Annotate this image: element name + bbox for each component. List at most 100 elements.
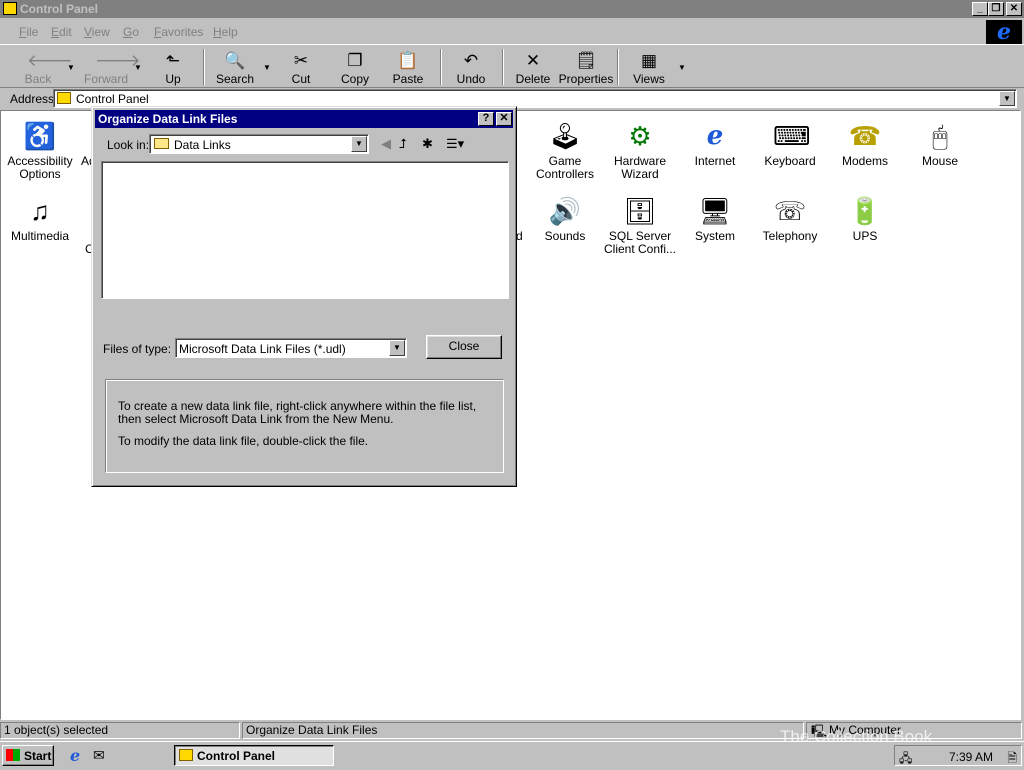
mouse-icon: 🖱 [932, 121, 948, 151]
files-of-type-combo[interactable]: Microsoft Data Link Files (*.udl) ▼ [175, 338, 407, 358]
look-in-combo[interactable]: Data Links ▼ [149, 134, 369, 154]
copy-button[interactable]: ❐ Copy [327, 47, 383, 87]
dialog-title-bar[interactable]: Organize Data Link Files ? ✕ [95, 110, 513, 128]
close-window-button[interactable]: ✕ [1006, 2, 1022, 16]
window-title: Control Panel [20, 2, 99, 16]
search-button[interactable]: 🔍 Search [207, 47, 263, 87]
search-icon: 🔍 [224, 51, 246, 70]
status-selection: 1 object(s) selected [0, 722, 240, 739]
views-dropdown-icon[interactable]: ▼ [678, 63, 686, 72]
close-button[interactable]: Close [426, 335, 502, 359]
menu-file[interactable]: File [19, 25, 38, 39]
up-one-level-icon[interactable]: ⮥ [399, 136, 407, 152]
forward-arrow-icon: 🡒 [95, 51, 141, 70]
forward-dropdown-icon[interactable]: ▼ [134, 63, 142, 72]
keyboard-icon: ⌨ [773, 121, 811, 151]
sounds-icon: 🔊 [548, 196, 582, 226]
toolbar-separator [440, 49, 442, 85]
address-value: Control Panel [76, 92, 149, 106]
undo-icon: ↶ [463, 51, 479, 70]
control-panel-icon [179, 749, 193, 761]
control-panel-icon [57, 92, 71, 104]
taskbar-control-panel-button[interactable]: Control Panel [174, 745, 334, 766]
windows-flag-icon [6, 749, 20, 761]
watermark-text: The Collection Book [780, 727, 933, 746]
sql-server-icon: 🗄 [623, 196, 657, 226]
menu-go[interactable]: Go [123, 25, 139, 39]
item-sql-server-client-config[interactable]: 🗄 SQL Server Client Confi... [602, 194, 678, 256]
views-grid-icon: ▦ [640, 51, 658, 70]
item-keyboard[interactable]: ⌨ Keyboard [752, 119, 828, 168]
minimize-button[interactable]: _ [972, 2, 988, 16]
organize-data-link-files-dialog: Organize Data Link Files ? ✕ Look in: Da… [91, 106, 517, 487]
menu-bar: File Edit View Go Favorites Help [0, 19, 1024, 43]
address-dropdown-button[interactable]: ▼ [999, 91, 1015, 106]
ups-icon: 🔋 [848, 196, 882, 226]
files-of-type-label: Files of type: [103, 342, 172, 356]
info-modify-text: To modify the data link file, double-cli… [118, 434, 369, 448]
accessibility-icon: ♿ [23, 121, 57, 151]
tray-icon[interactable]: 🗎 [1007, 749, 1017, 770]
status-description: Organize Data Link Files [242, 722, 804, 739]
folder-icon [154, 138, 169, 149]
item-system[interactable]: 🖥 System [677, 194, 753, 243]
item-ups[interactable]: 🔋 UPS [827, 194, 903, 243]
menu-edit[interactable]: Edit [51, 25, 72, 39]
up-button[interactable]: ⬑ Up [145, 47, 201, 87]
outlook-quicklaunch-icon[interactable]: ✉ [93, 747, 105, 764]
forward-button[interactable]: 🡒 Forward [78, 47, 141, 87]
ie-quicklaunch-icon[interactable]: e [70, 746, 80, 765]
look-in-dropdown-button[interactable]: ▼ [351, 136, 367, 152]
search-dropdown-icon[interactable]: ▼ [263, 63, 271, 72]
info-group-box: To create a new data link file, right-cl… [105, 379, 504, 473]
modem-icon: ☎ [848, 121, 882, 151]
system-icon: 🖥 [698, 196, 732, 226]
info-create-text: To create a new data link file, right-cl… [118, 399, 477, 426]
back-dropdown-icon[interactable]: ▼ [67, 63, 75, 72]
paste-button[interactable]: 📋 Paste [380, 47, 436, 87]
item-game-controllers[interactable]: 🕹 Game Controllers [527, 119, 603, 181]
control-panel-icon [3, 2, 17, 15]
ie-throbber-icon: e [986, 20, 1022, 44]
toolbar-separator [617, 49, 619, 85]
files-of-type-dropdown-button[interactable]: ▼ [389, 340, 405, 356]
menu-view[interactable]: View [84, 25, 110, 39]
item-multimedia[interactable]: ♫ Multimedia [2, 194, 78, 243]
undo-button[interactable]: ↶ Undo [443, 47, 499, 87]
back-button[interactable]: 🡐 Back [10, 47, 73, 87]
restore-button[interactable]: ❐ [988, 2, 1004, 16]
item-sounds[interactable]: 🔊 Sounds [527, 194, 603, 243]
file-list[interactable] [101, 161, 509, 299]
look-in-label: Look in: [107, 138, 150, 152]
properties-button[interactable]: 🗒 Properties [558, 47, 614, 87]
item-modems[interactable]: ☎ Modems [827, 119, 903, 168]
up-folder-icon: ⬑ [165, 51, 181, 70]
dialog-help-button[interactable]: ? [478, 112, 494, 126]
window-title-bar[interactable]: Control Panel _ ❐ ✕ [0, 0, 1024, 18]
item-hardware-wizard[interactable]: ⚙ Hardware Wizard [602, 119, 678, 181]
item-accessibility-options[interactable]: ♿ Accessibility Options [2, 119, 78, 181]
network-tray-icon[interactable]: 🖧 [899, 749, 912, 770]
item-internet[interactable]: e Internet [677, 119, 753, 168]
system-tray: 🖧 7:39 AM 🗎 [894, 745, 1022, 766]
address-label: Address [10, 92, 55, 106]
scissors-icon: ✂ [293, 51, 309, 70]
hardware-icon: ⚙ [628, 121, 652, 151]
back-arrow-icon[interactable]: ◀ [381, 136, 391, 152]
view-menu-icon[interactable]: ☰▾ [446, 136, 464, 152]
look-in-value: Data Links [174, 138, 231, 152]
properties-icon: 🗒 [575, 51, 597, 70]
start-button[interactable]: Start [2, 745, 54, 766]
item-telephony[interactable]: ☏ Telephony [752, 194, 828, 243]
item-mouse[interactable]: 🖱 Mouse [902, 119, 978, 168]
menu-help[interactable]: Help [213, 25, 238, 39]
toolbar-separator [203, 49, 205, 85]
new-folder-icon[interactable]: ✱ [422, 136, 433, 152]
joystick-icon: 🕹 [548, 121, 582, 151]
delete-button[interactable]: ✕ Delete [505, 47, 561, 87]
views-button[interactable]: ▦ Views [621, 47, 677, 87]
menu-favorites[interactable]: Favorites [154, 25, 203, 39]
item-partial-right[interactable]: d [516, 230, 526, 243]
dialog-close-x-button[interactable]: ✕ [496, 112, 512, 126]
cut-button[interactable]: ✂ Cut [273, 47, 329, 87]
